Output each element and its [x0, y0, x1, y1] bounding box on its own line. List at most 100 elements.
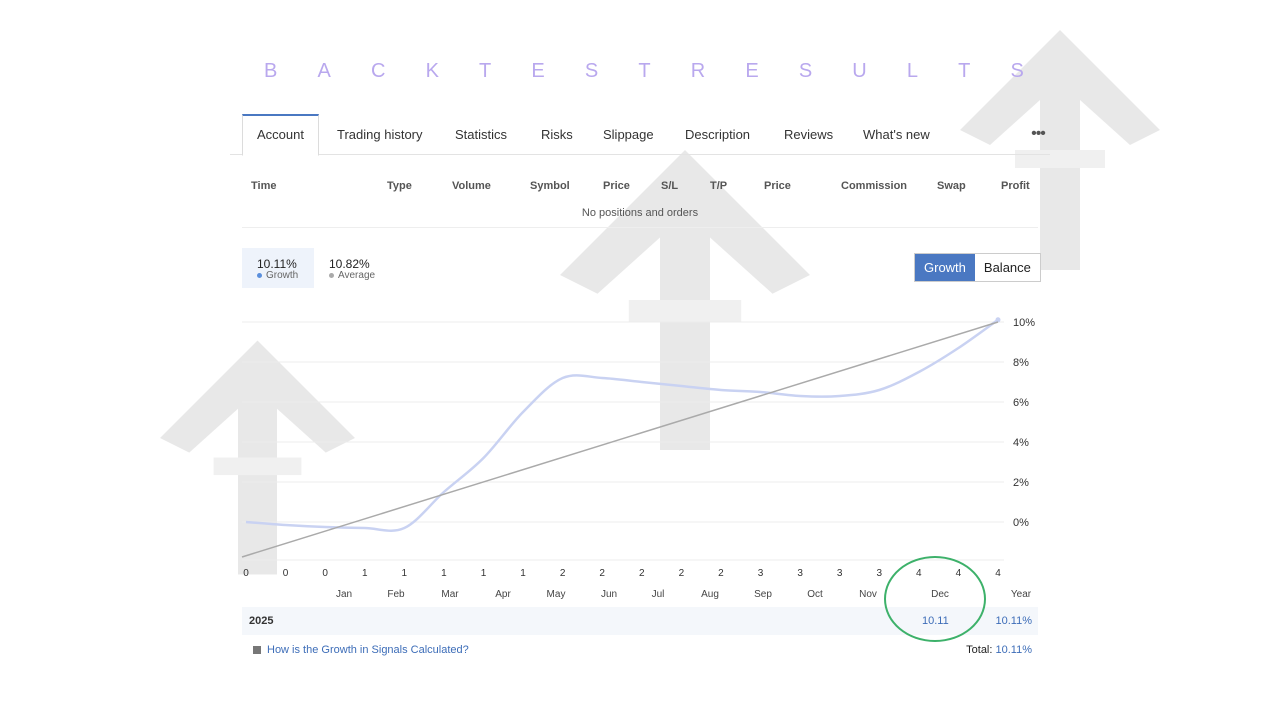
title-letter: T — [479, 60, 492, 82]
year-total-value: 10.11% — [995, 615, 1033, 627]
balance-toggle-button[interactable]: Balance — [974, 254, 1040, 281]
month-label: Aug — [701, 589, 719, 600]
title-letter: L — [906, 60, 919, 82]
tab-trading-history[interactable]: Trading history — [337, 114, 423, 154]
total-label: Total: — [966, 644, 993, 656]
month-label: Jun — [600, 589, 618, 600]
average-label: Average — [338, 270, 376, 281]
year-label: 2025 — [249, 615, 274, 627]
month-label: Jan — [335, 589, 353, 600]
x-tick-label: 0 — [322, 568, 328, 579]
positions-table-header: Time Type Volume Symbol Price S/L T/P Pr… — [242, 176, 1038, 196]
month-label: May — [546, 589, 566, 600]
x-tick-label: 3 — [797, 568, 803, 579]
page-title: BACKTESTRESULTS — [264, 60, 1024, 86]
x-tick-label: 1 — [402, 568, 408, 579]
column-header: Symbol — [530, 180, 570, 192]
column-header: Profit — [1001, 180, 1030, 192]
month-label: Jul — [651, 589, 665, 600]
title-letter: S — [1010, 60, 1024, 82]
column-header: T/P — [710, 180, 728, 192]
divider — [242, 227, 1038, 228]
month-label: Year — [1010, 589, 1032, 600]
month-label: Sep — [754, 589, 772, 600]
tab-whats-new[interactable]: What's new — [863, 114, 930, 154]
chart-mode-toggle: Growth Balance — [914, 253, 1041, 282]
x-tick-label: 3 — [837, 568, 843, 579]
title-letter: U — [852, 60, 867, 82]
y-tick-label: 6% — [1013, 397, 1029, 409]
growth-series-line — [245, 318, 999, 532]
tab-slippage[interactable]: Slippage — [603, 114, 654, 154]
growth-value: 10.11% — [257, 257, 297, 271]
x-tick-label: 4 — [995, 568, 1001, 579]
growth-label-wrap: Growth — [257, 270, 298, 281]
help-link-text[interactable]: How is the Growth in Signals Calculated? — [267, 644, 469, 656]
y-tick-label: 2% — [1013, 477, 1029, 489]
column-header: Commission — [841, 180, 908, 192]
title-letter: E — [745, 60, 759, 82]
growth-label: Growth — [266, 270, 299, 281]
title-letter: R — [690, 60, 706, 82]
x-tick-label: 0 — [243, 568, 249, 579]
growth-dot-icon — [257, 272, 262, 278]
title-letter: K — [425, 60, 439, 82]
month-label: Nov — [859, 589, 877, 600]
x-tick-label: 2 — [599, 568, 605, 579]
y-tick-label: 4% — [1013, 437, 1029, 449]
x-tick-label: 1 — [520, 568, 526, 579]
total-value: 10.11% — [995, 644, 1033, 656]
y-tick-label: 8% — [1013, 357, 1029, 369]
x-tick-label: 2 — [639, 568, 645, 579]
column-header: Price — [603, 180, 630, 192]
tab-bar: Account Trading history Statistics Risks… — [230, 114, 1050, 156]
empty-table-message: No positions and orders — [581, 207, 699, 219]
y-tick-label: 0% — [1013, 517, 1029, 529]
x-tick-label: 1 — [441, 568, 447, 579]
title-letter: T — [638, 60, 651, 82]
column-header: Type — [387, 180, 412, 192]
month-label: Feb — [387, 589, 405, 600]
total-summary: Total: 10.11% — [966, 644, 1032, 656]
growth-help-link[interactable]: How is the Growth in Signals Calculated? — [253, 644, 469, 656]
month-label: Apr — [495, 589, 511, 600]
tab-reviews[interactable]: Reviews — [784, 114, 833, 154]
tab-statistics[interactable]: Statistics — [455, 114, 507, 154]
document-icon — [253, 646, 261, 655]
growth-stat[interactable]: 10.11% Growth — [242, 248, 314, 288]
column-header: Swap — [937, 180, 966, 192]
average-label-wrap: Average — [329, 270, 375, 281]
average-stat[interactable]: 10.82% Average — [314, 248, 394, 288]
x-tick-label: 2 — [679, 568, 685, 579]
x-tick-label: 2 — [560, 568, 566, 579]
x-tick-label: 3 — [876, 568, 882, 579]
tab-risks[interactable]: Risks — [541, 114, 573, 154]
more-icon[interactable]: ••• — [1026, 114, 1050, 154]
average-value: 10.82% — [329, 257, 370, 271]
column-header: Time — [251, 180, 277, 192]
x-tick-label: 3 — [758, 568, 764, 579]
highlight-circle — [884, 556, 986, 642]
growth-chart: 10%8%6%4%2%0%0 0 0 1 1 1 1 1 2 2 2 2 2 3 3 3 3 4 4 4 — [241, 317, 1035, 579]
x-tick-label: 1 — [362, 568, 368, 579]
title-letter: S — [798, 60, 813, 82]
x-tick-label: 2 — [718, 568, 724, 579]
x-tick-label: 1 — [481, 568, 487, 579]
title-letter: E — [531, 60, 545, 82]
tab-description[interactable]: Description — [685, 114, 750, 154]
x-tick-label: 0 — [283, 568, 289, 579]
average-dot-icon — [329, 272, 334, 278]
month-label: Oct — [807, 589, 823, 600]
tab-account[interactable]: Account — [242, 114, 319, 156]
month-label: Mar — [441, 589, 459, 600]
growth-end-point — [995, 317, 1001, 323]
title-letter: T — [958, 60, 971, 82]
column-header: S/L — [661, 180, 679, 192]
title-letter: B — [264, 60, 278, 82]
y-tick-label: 10% — [1013, 317, 1035, 329]
title-letter: C — [370, 60, 386, 82]
title-letter: A — [317, 60, 331, 82]
title-letter: S — [584, 60, 599, 82]
growth-toggle-button[interactable]: Growth — [915, 254, 975, 281]
column-header: Volume — [452, 180, 491, 192]
